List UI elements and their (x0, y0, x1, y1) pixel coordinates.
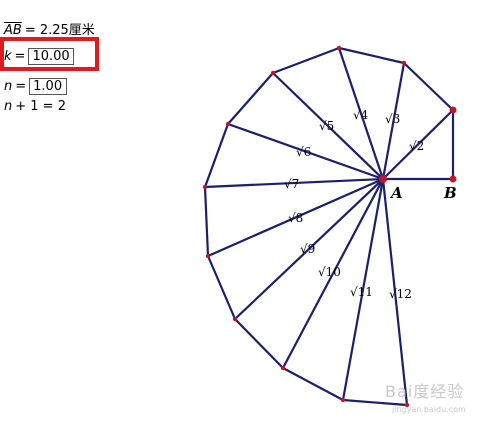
sqrt-label: √6 (296, 145, 311, 159)
sqrt-label: √10 (318, 265, 341, 279)
sqrt-label: √4 (353, 108, 369, 122)
spiral-edge (203, 186, 210, 257)
spiral-edge (227, 72, 274, 125)
spiral-edge (403, 62, 454, 111)
spiral-rays (204, 47, 454, 406)
spiral-outer-edges (203, 46, 455, 407)
sqrt-label: √3 (385, 112, 400, 126)
spiral-point (340, 397, 346, 403)
sqrt-label: √8 (288, 211, 303, 225)
point-b (449, 175, 457, 183)
spiral-point (232, 316, 238, 322)
spiral-points (202, 45, 457, 408)
spiral-point (270, 70, 276, 76)
spiral-edge (234, 318, 284, 369)
point-b-label: B (443, 184, 457, 202)
spiral-edge (203, 123, 230, 188)
spiral-point (225, 121, 231, 127)
spiral-point (401, 60, 407, 66)
watermark-logo: Bai度经验 (385, 382, 465, 401)
spiral-point (336, 45, 342, 51)
sqrt-label: √5 (319, 119, 334, 133)
spiral-edge (282, 367, 344, 401)
point-a (379, 175, 387, 183)
watermark-url: jingyan.baidu.com (392, 405, 466, 414)
spiral-edge (206, 255, 237, 320)
spiral-point (202, 184, 208, 190)
sqrt-label: √12 (389, 287, 412, 301)
square-root-spiral: √2 √3 √4 √5 √6 √7 √8 √9√10 √11 √12 A B (202, 45, 457, 408)
sqrt-labels: √2 √3 √4 √5 √6 √7 √8 √9√10 √11 √12 (284, 108, 424, 301)
sqrt-label: √2 (409, 139, 424, 153)
spiral-edge (338, 46, 405, 65)
spiral-point (205, 253, 211, 259)
sqrt-label: √9 (300, 242, 315, 256)
sqrt-label: √7 (284, 177, 299, 191)
spiral-point (449, 106, 457, 114)
point-a-label: A (389, 184, 403, 202)
sqrt-label: √11 (350, 285, 373, 299)
spiral-point (280, 365, 286, 371)
spiral-edge (272, 46, 340, 75)
